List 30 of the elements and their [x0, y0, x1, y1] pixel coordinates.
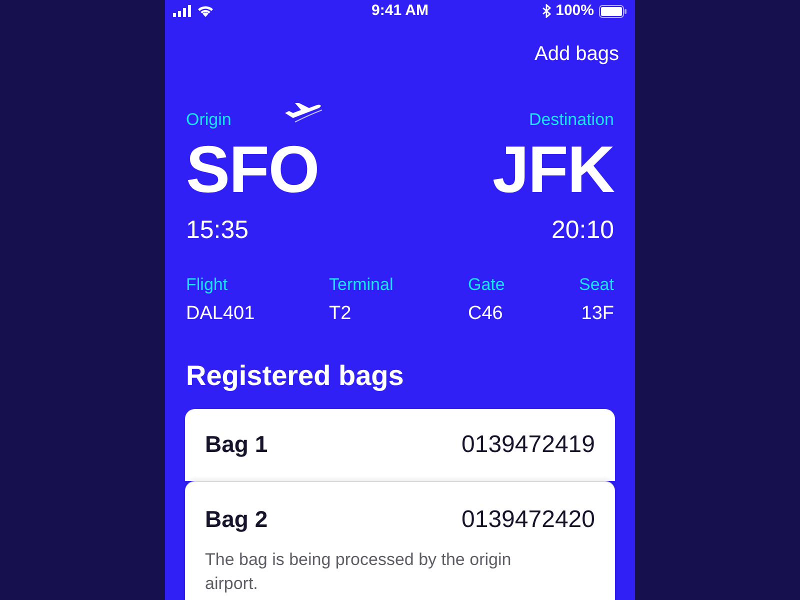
- detail-label: Terminal: [329, 274, 394, 296]
- bag-name: Bag 1: [205, 430, 268, 460]
- bluetooth-icon: [542, 4, 551, 18]
- bag-card[interactable]: Bag 1 0139472419: [185, 408, 615, 480]
- bag-number: 0139472420: [462, 504, 595, 534]
- add-bags-button[interactable]: Add bags: [534, 38, 619, 68]
- signal-icon: [173, 5, 193, 18]
- destination-code: JFK: [492, 136, 614, 202]
- detail-value: 13F: [581, 302, 614, 326]
- detail-label: Gate: [468, 274, 505, 296]
- bag-card[interactable]: Bag 2 0139472420 The bag is being processed by the origin airport.: [185, 480, 615, 600]
- destination-label: Destination: [528, 108, 614, 130]
- airplane-icon: [283, 100, 324, 122]
- detail-value: DAL401: [186, 302, 255, 326]
- section-title: Registered bags: [185, 358, 405, 393]
- wifi-icon: [197, 5, 214, 18]
- detail-value: T2: [329, 302, 352, 326]
- bag-number: 0139472419: [462, 430, 595, 460]
- detail-label: Seat: [579, 274, 614, 296]
- detail-label: Flight: [186, 274, 228, 296]
- origin-code: SFO: [186, 136, 320, 202]
- departure-time: 15:35: [186, 215, 250, 246]
- origin-label: Origin: [186, 108, 232, 130]
- detail-value: C46: [468, 302, 503, 326]
- bag-status: The bag is being processed by the origin airport.: [205, 548, 512, 594]
- arrival-time: 20:10: [551, 215, 614, 246]
- status-time: 9:41 AM: [372, 1, 428, 21]
- battery-icon: [599, 4, 627, 18]
- bag-name: Bag 2: [205, 505, 268, 534]
- battery-percentage: 100%: [556, 1, 594, 21]
